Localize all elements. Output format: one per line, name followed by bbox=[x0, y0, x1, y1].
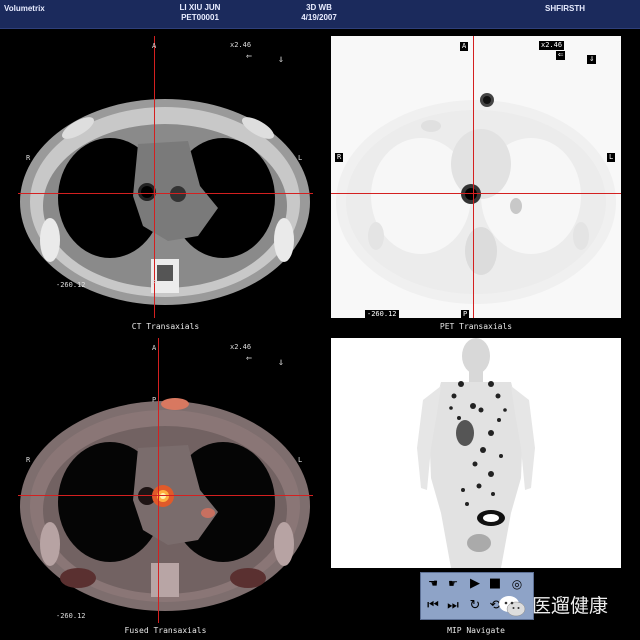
crosshair-vertical[interactable] bbox=[158, 338, 159, 623]
hand-left-icon[interactable]: ☚ bbox=[425, 576, 441, 592]
study-header-bar: Volumetrix LI XIU JUN PET00001 3D WB 4/1… bbox=[0, 0, 640, 29]
mip-body-image bbox=[417, 338, 535, 568]
orientation-left: L bbox=[607, 153, 616, 162]
pet-image bbox=[336, 93, 616, 304]
hand-right-icon[interactable]: ☛ bbox=[445, 576, 461, 592]
pan-left-arrow-icon[interactable]: ⇐ bbox=[556, 51, 566, 60]
zoom-level: x2.46 bbox=[539, 41, 565, 50]
target-icon[interactable]: ◎ bbox=[509, 576, 525, 592]
skip-back-icon[interactable]: ⏮ bbox=[425, 598, 441, 614]
site-name: SHFIRSTH bbox=[545, 4, 585, 13]
ct-caption: CT Transaxials bbox=[131, 322, 200, 331]
slice-position: -260.12 bbox=[365, 310, 399, 318]
fused-transaxial-viewport[interactable]: A P R L x2.46 ⇐ ⇓ -260.12 bbox=[18, 338, 313, 623]
crosshair-horizontal[interactable] bbox=[331, 193, 621, 194]
pan-down-arrow-icon[interactable]: ⇓ bbox=[587, 55, 597, 64]
orientation-right: R bbox=[335, 153, 344, 162]
slice-position: -260.12 bbox=[56, 281, 86, 289]
patient-id: PET00001 bbox=[181, 13, 219, 22]
app-name: Volumetrix bbox=[4, 4, 45, 13]
pan-down-arrow-icon[interactable]: ⇓ bbox=[278, 54, 284, 65]
orientation-posterior: P bbox=[152, 279, 157, 287]
play-icon[interactable]: ▶ bbox=[467, 576, 483, 592]
watermark: 医遛健康 bbox=[498, 592, 634, 620]
orientation-anterior: A bbox=[152, 344, 157, 352]
patient-name: LI XIU JUN bbox=[179, 3, 221, 12]
rotate-icon[interactable]: ↻ bbox=[467, 598, 483, 614]
orientation-left: L bbox=[298, 456, 303, 464]
orientation-left: L bbox=[298, 154, 303, 162]
skip-forward-icon[interactable]: ⏭ bbox=[445, 598, 461, 614]
mip-caption: MIP Navigate bbox=[447, 626, 505, 635]
orientation-posterior: P bbox=[461, 310, 470, 318]
study-date: 4/19/2007 bbox=[301, 13, 337, 22]
watermark-text: 医遛健康 bbox=[532, 595, 609, 617]
zoom-level: x2.46 bbox=[230, 343, 252, 351]
ct-image bbox=[20, 99, 310, 305]
fused-image bbox=[20, 398, 310, 611]
orientation-right: R bbox=[26, 456, 31, 464]
slice-position: -260.12 bbox=[56, 612, 86, 620]
study-info: 3D WB 4/19/2007 bbox=[284, 3, 354, 23]
patient-info: LI XIU JUN PET00001 bbox=[160, 3, 240, 23]
study-type: 3D WB bbox=[306, 3, 332, 12]
orientation-posterior: P bbox=[152, 396, 157, 404]
pan-down-arrow-icon[interactable]: ⇓ bbox=[278, 357, 284, 368]
mip-viewport[interactable] bbox=[331, 338, 621, 568]
crosshair-horizontal[interactable] bbox=[18, 495, 313, 496]
orientation-right: R bbox=[26, 154, 31, 162]
fused-caption: Fused Transaxials bbox=[124, 626, 207, 635]
zoom-level: x2.46 bbox=[230, 41, 252, 49]
wechat-logo-icon bbox=[499, 596, 526, 617]
orientation-anterior: A bbox=[152, 42, 157, 50]
crosshair-horizontal[interactable] bbox=[18, 193, 313, 194]
stop-icon[interactable]: ■ bbox=[487, 576, 503, 592]
crosshair-vertical[interactable] bbox=[154, 36, 155, 318]
pan-left-arrow-icon[interactable]: ⇐ bbox=[246, 51, 252, 62]
crosshair-vertical[interactable] bbox=[473, 36, 474, 318]
pet-transaxial-viewport[interactable]: A P R L x2.46 ⇐ ⇓ -260.12 bbox=[331, 36, 621, 318]
ct-transaxial-viewport[interactable]: A P R L x2.46 ⇐ ⇓ -260.12 bbox=[18, 36, 313, 318]
pan-left-arrow-icon[interactable]: ⇐ bbox=[246, 353, 252, 364]
orientation-anterior: A bbox=[460, 42, 469, 51]
pet-caption: PET Transaxials bbox=[439, 322, 513, 331]
